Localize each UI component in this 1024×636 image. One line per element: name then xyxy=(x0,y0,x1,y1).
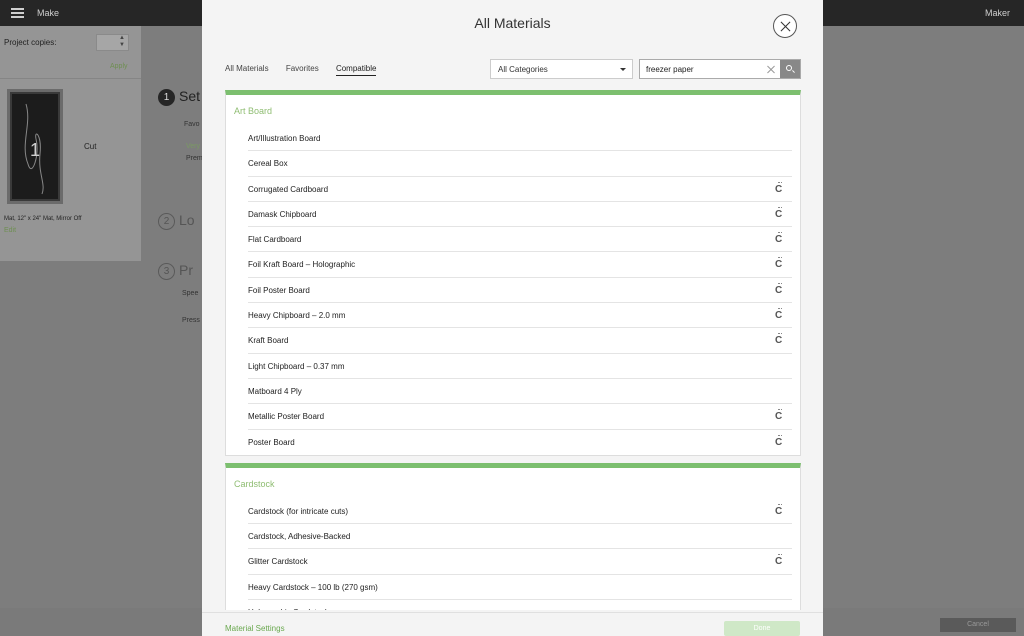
machine-label[interactable]: Maker xyxy=(985,8,1010,18)
cricut-c-icon: C xyxy=(775,503,783,517)
material-row[interactable]: Heavy Cardstock – 100 lb (270 gsm) xyxy=(248,575,792,601)
step-1: 1 Set xyxy=(158,88,200,106)
material-row[interactable]: Heavy Chipboard – 2.0 mm C xyxy=(248,303,792,329)
app-title: Make xyxy=(37,8,60,18)
material-tabs: All Materials Favorites Compatible xyxy=(225,64,391,76)
mat-surface: 1 xyxy=(12,94,58,199)
material-label: Flat Cardboard xyxy=(248,235,302,245)
material-row[interactable]: Glitter Cardstock C xyxy=(248,549,792,575)
step-number: 1 xyxy=(158,88,175,106)
material-row[interactable]: Foil Kraft Board – Holographic C xyxy=(248,252,792,278)
search-button[interactable] xyxy=(780,60,800,78)
apply-link[interactable]: Apply xyxy=(110,63,128,70)
material-label: Poster Board xyxy=(248,437,295,447)
cricut-c-icon: C xyxy=(775,308,783,322)
step-number: 3 xyxy=(158,262,175,280)
chevron-down-icon xyxy=(620,68,626,71)
step-label: Pr xyxy=(179,262,193,278)
background-cancel-button[interactable]: Cancel xyxy=(940,618,1016,632)
material-row[interactable]: Light Chipboard – 0.37 mm xyxy=(248,354,792,379)
cricut-c-icon: C xyxy=(775,282,783,296)
cricut-c-icon: C xyxy=(775,333,783,347)
material-label: Damask Chipboard xyxy=(248,209,317,219)
material-settings-link[interactable]: Material Settings xyxy=(225,624,285,633)
category-select-value: All Categories xyxy=(498,65,548,74)
category-select[interactable]: All Categories xyxy=(490,59,633,79)
material-label: Cardstock, Adhesive-Backed xyxy=(248,532,351,542)
material-label: Cardstock (for intricate cuts) xyxy=(248,506,349,516)
mat-number: 1 xyxy=(29,140,40,160)
cricut-c-icon: C xyxy=(775,181,783,195)
material-row[interactable]: Foil Poster Board C xyxy=(248,278,792,304)
material-row[interactable]: Corrugated Cardboard C xyxy=(248,177,792,202)
materials-modal: All Materials All Materials Favorites Co… xyxy=(202,0,823,636)
material-label: Cereal Box xyxy=(248,159,288,169)
material-label: Heavy Cardstock – 100 lb (270 gsm) xyxy=(248,582,378,592)
material-label: Matboard 4 Ply xyxy=(248,386,302,396)
edit-link[interactable]: Edit xyxy=(4,227,16,234)
material-row[interactable]: Flat Cardboard C xyxy=(248,227,792,253)
material-label: Foil Poster Board xyxy=(248,285,310,295)
group-title: Art Board xyxy=(234,106,273,116)
search-icon xyxy=(786,65,792,71)
search-box xyxy=(639,59,801,79)
copies-stepper[interactable]: ▲ ▼ xyxy=(96,34,129,51)
material-label: Foil Kraft Board – Holographic xyxy=(248,260,356,270)
tab-compatible[interactable]: Compatible xyxy=(335,64,377,76)
close-icon[interactable] xyxy=(773,14,797,38)
search-input[interactable] xyxy=(640,60,768,78)
material-group-cardstock: Cardstock Cardstock (for intricate cuts)… xyxy=(225,462,801,610)
group-title: Cardstock xyxy=(234,478,275,489)
mat-preview[interactable]: 1 xyxy=(7,89,63,204)
step-number: 2 xyxy=(158,212,175,230)
material-row[interactable]: Matboard 4 Ply xyxy=(248,379,792,405)
cricut-c-icon: C xyxy=(775,257,783,271)
material-label: Holographic Cardstock xyxy=(248,608,329,610)
step-2: 2 Lo xyxy=(158,212,195,230)
divider xyxy=(0,78,141,79)
cricut-c-icon: C xyxy=(775,554,783,568)
bg-text: Favo xyxy=(184,121,200,128)
cricut-c-icon: C xyxy=(775,232,783,246)
material-group-art-board: Art Board Art/Illustration Board Cereal B… xyxy=(225,90,801,456)
material-row[interactable]: Holographic Cardstock xyxy=(248,600,792,610)
material-row[interactable]: Cardstock (for intricate cuts) C xyxy=(248,499,792,525)
step-label: Lo xyxy=(179,212,195,228)
material-row[interactable]: Poster Board C xyxy=(248,430,792,455)
project-copies-label: Project copies: xyxy=(4,38,57,47)
material-label: Art/Illustration Board xyxy=(248,134,321,143)
bg-text: Press xyxy=(182,317,200,324)
material-label: Corrugated Cardboard xyxy=(248,184,329,194)
bg-text: Very xyxy=(186,143,201,150)
material-label: Metallic Poster Board xyxy=(248,412,325,422)
tab-favorites[interactable]: Favorites xyxy=(286,64,319,73)
step-label: Set xyxy=(179,88,201,104)
clear-icon[interactable] xyxy=(766,64,776,74)
bg-text: Prem xyxy=(186,155,203,162)
modal-title: All Materials xyxy=(474,15,551,31)
material-row[interactable]: Cereal Box xyxy=(248,151,792,177)
cricut-c-icon: C xyxy=(775,206,783,220)
hamburger-icon[interactable] xyxy=(11,8,24,18)
material-label: Heavy Chipboard – 2.0 mm xyxy=(248,311,346,321)
material-row[interactable]: Kraft Board C xyxy=(248,328,792,354)
material-row[interactable]: Art/Illustration Board xyxy=(248,126,792,152)
mat-caption: Mat, 12" x 24" Mat, Mirror Off xyxy=(4,216,82,222)
material-label: Glitter Cardstock xyxy=(248,557,308,567)
step-3: 3 Pr xyxy=(158,262,193,280)
done-button[interactable]: Done xyxy=(724,621,800,636)
bg-text: Spee xyxy=(182,290,199,297)
modal-footer: Material Settings Done xyxy=(202,612,823,636)
cricut-c-icon: C xyxy=(775,409,783,423)
cut-label: Cut xyxy=(84,142,97,151)
materials-list[interactable]: Art Board Art/Illustration Board Cereal B… xyxy=(225,90,801,610)
tab-all-materials[interactable]: All Materials xyxy=(225,64,269,73)
material-row[interactable]: Damask Chipboard C xyxy=(248,202,792,228)
material-row[interactable]: Cardstock, Adhesive-Backed xyxy=(248,524,792,550)
cricut-c-icon: C xyxy=(775,434,783,448)
material-label: Light Chipboard – 0.37 mm xyxy=(248,361,345,371)
left-panel: Project copies: ▲ ▼ Apply 1 Cut Mat, 12" … xyxy=(0,26,141,261)
material-row[interactable]: Metallic Poster Board C xyxy=(248,404,792,430)
material-label: Kraft Board xyxy=(248,336,289,346)
